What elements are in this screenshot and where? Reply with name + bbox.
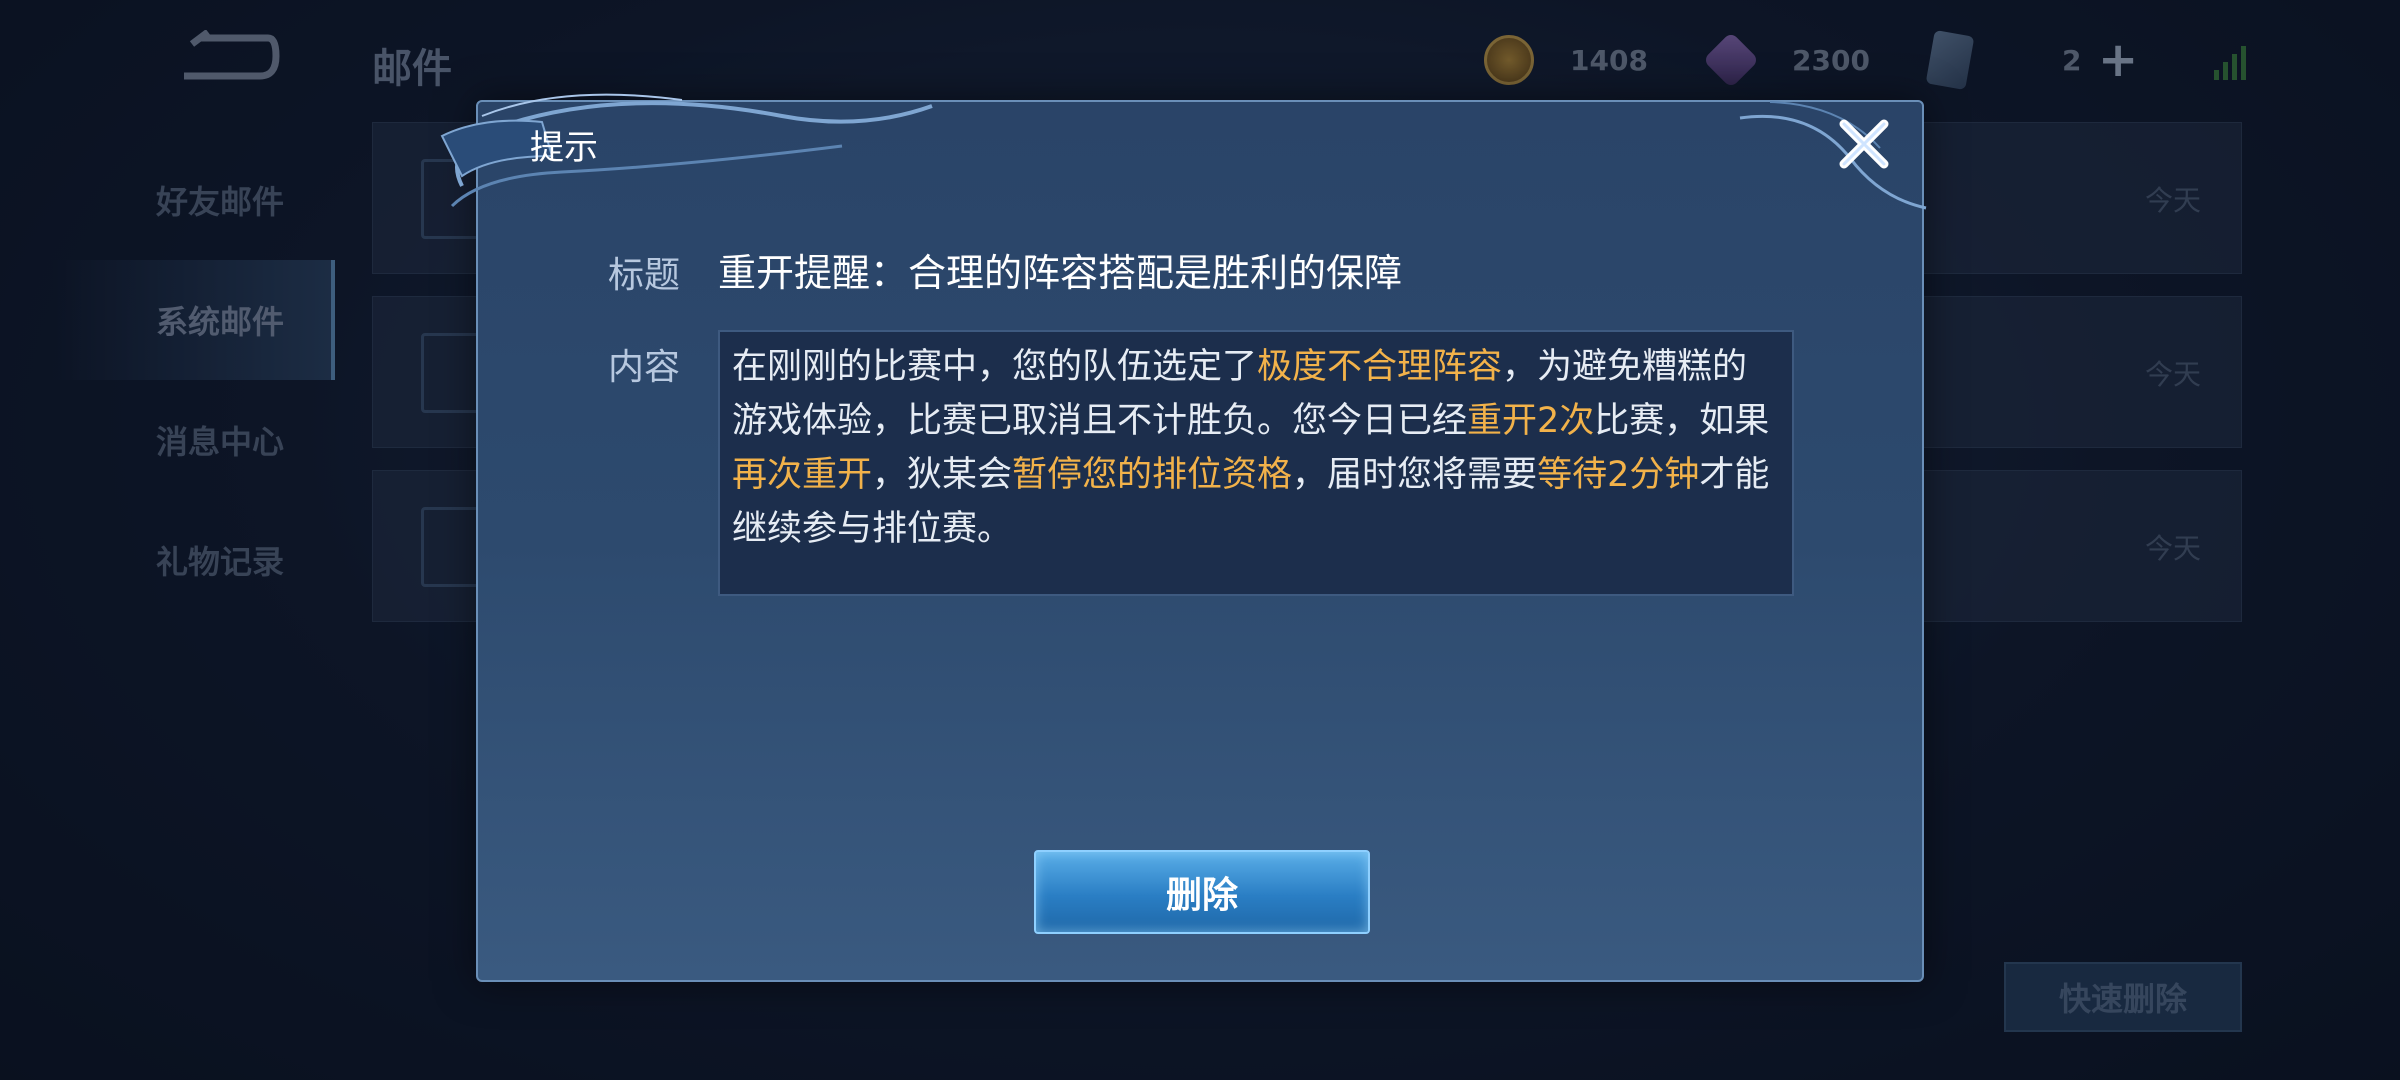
content-text: ，届时您将需要 <box>1292 455 1538 495</box>
delete-button[interactable]: 删除 <box>1034 850 1370 934</box>
content-highlight: 暂停您的排位资格 <box>1012 455 1293 495</box>
mail-content: 在刚刚的比赛中，您的队伍选定了极度不合理阵容，为避免糟糕的游戏体验，比赛已取消且… <box>718 330 1794 596</box>
close-button[interactable] <box>1834 114 1894 174</box>
content-highlight: 等待2分钟 <box>1537 455 1700 495</box>
content-text: 比赛，如果 <box>1594 401 1770 441</box>
mail-subject: 重开提醒：合理的阵容搭配是胜利的保障 <box>718 251 1403 295</box>
content-highlight: 极度不合理阵容 <box>1257 347 1503 387</box>
dialog-ornament-right <box>1739 101 1927 210</box>
notice-dialog: 提示 标题 重开提醒：合理的阵容搭配是胜利的保障 内容 在刚刚的比赛中，您的队伍… <box>440 93 1927 982</box>
content-text: ，狄某会 <box>872 455 1013 495</box>
content-text: 在刚刚的比赛中，您的队伍选定了 <box>732 347 1258 387</box>
content-label: 内容 <box>608 347 681 388</box>
content-highlight: 再次重开 <box>732 455 873 495</box>
dialog-title: 提示 <box>530 128 598 168</box>
content-highlight: 重开2次 <box>1467 401 1595 441</box>
subject-label: 标题 <box>608 255 681 296</box>
close-icon <box>1839 119 1889 169</box>
